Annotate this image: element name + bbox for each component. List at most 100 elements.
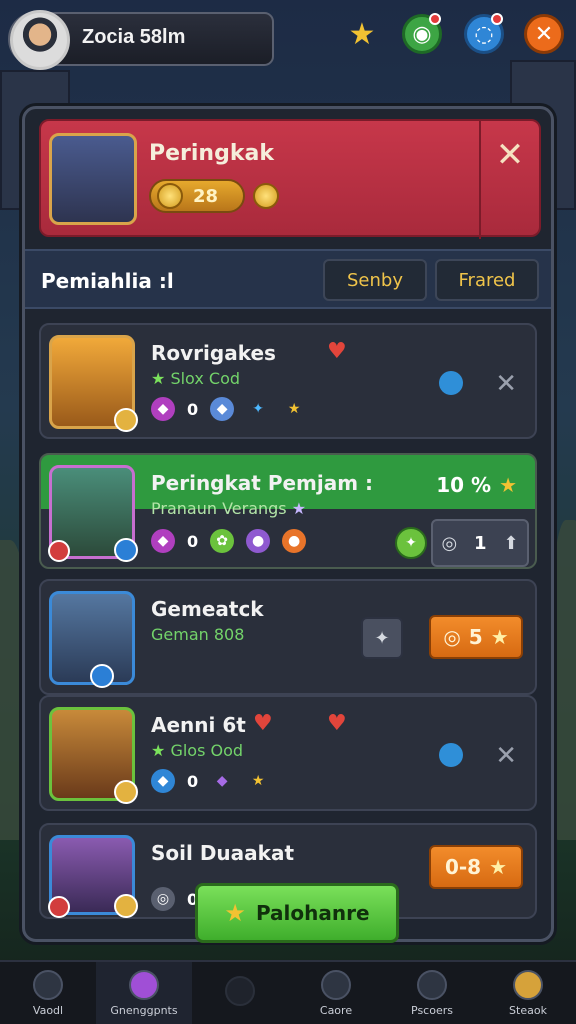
nav-label: Vaodl [32, 1003, 64, 1017]
level-badge-icon [48, 896, 70, 918]
row-name: Peringkat Pemjam : [151, 471, 374, 495]
nav-store[interactable]: Steaok [480, 962, 576, 1024]
crystal-icon: ◆ [210, 397, 235, 421]
filter-bar: Pemiahlia :l Senby Frared [25, 249, 551, 309]
row-name: Rovrigakes [151, 341, 276, 365]
nav-label: Gnenggpnts [110, 1003, 178, 1017]
pin-icon[interactable]: ✦ [361, 617, 403, 659]
list-item[interactable]: Aenni 6t ♥ ♥ ★ Glos Ood ◆ 0 ◆ ★ ✕ [39, 695, 537, 811]
row-subtitle-text: Geman 808 [151, 625, 245, 644]
orb-icon: ● [282, 529, 307, 553]
level-badge-icon [48, 540, 70, 562]
list-item[interactable]: Gemeatck Geman 808 ✦ ◎ 5 ★ [39, 579, 537, 695]
coin-icon: ◎ [443, 625, 461, 649]
score-pill[interactable]: 0-8 ★ [429, 845, 523, 889]
row-subtitle: Pranaun Verangs ★ [151, 499, 307, 518]
profile-name: Zocia 58lm [82, 26, 186, 48]
avatar [48, 465, 138, 562]
gem-icon: ◆ [151, 769, 175, 793]
nav-rankings[interactable]: Gnenggpnts [96, 962, 192, 1024]
row-stats: ◆ 0 ✿ ● ● [151, 529, 307, 553]
star-icon: ★ [287, 401, 301, 417]
top-bar: Zocia 58lm ★ ◉ ◌ ✕ [0, 0, 576, 76]
list-item[interactable]: Peringkat Pemjam : Pranaun Verangs ★ 10 … [39, 453, 537, 569]
row-stats: ◎ 0 [151, 887, 198, 911]
nav-players[interactable]: Pscoers [384, 962, 480, 1024]
filter-button-left[interactable]: Senby [323, 259, 427, 301]
row-name: Soil Duaakat [151, 841, 295, 865]
row-subtitle: ★ Slox Cod [151, 369, 241, 388]
rank-badge-icon [114, 408, 138, 432]
rank-badge-icon [114, 538, 138, 562]
action-group[interactable]: ◎ 1 ⬆ [431, 519, 529, 567]
bottom-nav: Vaodl Gnenggpnts Caore Pscoers Steaok [0, 960, 576, 1024]
star-icon[interactable]: ★ [342, 14, 382, 54]
row-subtitle-text: Glos Ood [170, 741, 244, 760]
row-stats: ◆ 0 ◆ ✦ ★ [151, 397, 306, 421]
gem-icon: ◆ [151, 529, 175, 553]
play-button-label: Palohanre [255, 901, 370, 925]
coin-icon [253, 183, 279, 209]
stat-value: 0 [187, 531, 199, 551]
close-panel-button[interactable]: ✕ [479, 121, 539, 239]
nav-label: Pscoers [411, 1003, 453, 1017]
potion-icon: ● [246, 529, 271, 553]
info-icon[interactable] [439, 743, 463, 767]
emblem-icon [225, 976, 255, 1006]
avatar [49, 591, 135, 688]
sparkle-icon[interactable]: ✦ [395, 527, 427, 559]
row-subtitle-text: Slox Cod [170, 369, 241, 388]
rank-badge-icon [114, 894, 138, 918]
nav-home[interactable]: Vaodl [0, 962, 96, 1024]
score-pill[interactable]: ◎ 5 ★ [429, 615, 523, 659]
score-text: 5 [468, 625, 483, 649]
star-icon: ★ [489, 855, 508, 879]
star-icon: ★ [224, 899, 246, 927]
upgrade-icon: ⬆ [503, 532, 519, 554]
header-card: Peringkak 28 ✕ [39, 119, 541, 239]
heart-icon: ♥ [327, 711, 347, 736]
coin-icon: ◎ [441, 532, 458, 554]
globe-icon[interactable]: ◌ [464, 13, 504, 54]
stat-value: 0 [187, 399, 199, 419]
gem-icon: ◎ [151, 887, 175, 911]
shield-icon [321, 969, 351, 1000]
play-button[interactable]: ★ Palohanre [195, 883, 399, 943]
players-icon [417, 969, 447, 1000]
stat-value: 0 [187, 771, 199, 791]
header-avatar [49, 133, 137, 225]
nav-score[interactable]: Caore [288, 962, 384, 1024]
ranking-panel: Peringkak 28 ✕ Pemiahlia :l Senby Frared… [22, 106, 554, 943]
crystal-icon: ◆ [216, 773, 228, 789]
filter-label: Pemiahlia :l [41, 269, 174, 293]
action-count: 1 [474, 532, 487, 554]
sparkle-icon: ✦ [252, 401, 264, 417]
list-item[interactable]: Rovrigakes ♥ ★ Slox Cod ◆ 0 ◆ ✦ ★ ✕ [39, 323, 537, 439]
filter-button-right[interactable]: Frared [435, 259, 539, 301]
star-icon: ★ [490, 625, 509, 649]
nav-center[interactable] [192, 962, 288, 1024]
close-icon[interactable]: ✕ [524, 14, 564, 54]
coin-balance: 28 [149, 179, 245, 213]
info-icon[interactable] [439, 371, 463, 395]
nav-label: Steaok [509, 1003, 547, 1017]
compass-icon[interactable]: ◉ [402, 13, 442, 54]
notification-dot [429, 13, 441, 25]
coin-icon [157, 183, 183, 209]
close-icon[interactable]: ✕ [495, 741, 517, 771]
notification-dot [491, 13, 503, 25]
row-subtitle-text: Pranaun Verangs [151, 499, 287, 518]
orb-icon [129, 969, 159, 1000]
row-subtitle: ★ Glos Ood [151, 741, 244, 760]
rank-badge-icon [114, 780, 138, 804]
rank-percent: 10 % ★ [436, 473, 517, 497]
close-icon[interactable]: ✕ [495, 369, 517, 399]
rank-badge-icon [90, 664, 114, 688]
home-icon [33, 969, 63, 1000]
header-title: Peringkak [149, 141, 274, 166]
profile-avatar[interactable] [10, 10, 70, 70]
avatar [48, 835, 138, 918]
avatar [49, 707, 138, 804]
clover-icon: ✿ [210, 529, 235, 553]
row-name: Gemeatck [151, 597, 264, 621]
